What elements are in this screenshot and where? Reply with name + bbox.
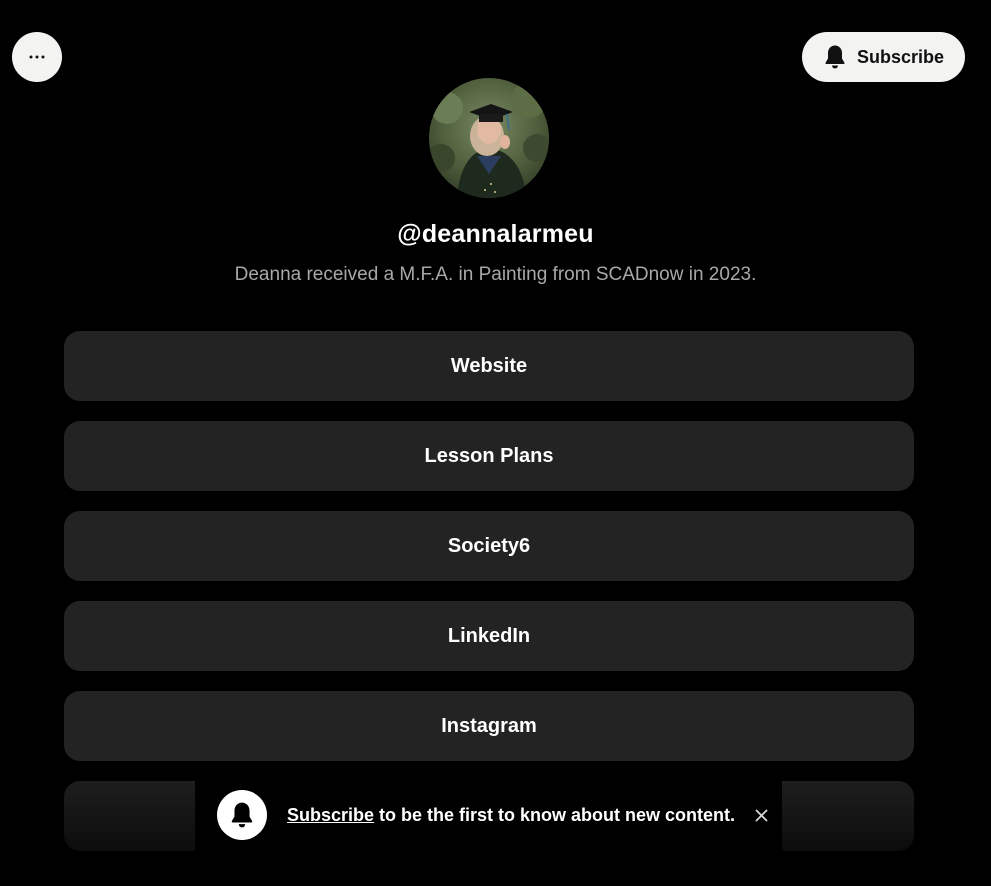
toast-message-text: to be the first to know about new conten… xyxy=(374,804,736,825)
profile-avatar xyxy=(429,78,549,198)
linktree-page: Subscribe @deannalarmeu Deanna received … xyxy=(0,0,991,886)
ellipsis-icon xyxy=(29,55,45,59)
profile-title: @deannalarmeu xyxy=(397,220,594,248)
bell-icon xyxy=(231,802,253,828)
link-button-instagram[interactable]: Instagram xyxy=(64,691,914,761)
toast-bell-badge xyxy=(217,790,267,840)
avatar-image xyxy=(429,78,549,198)
profile-bio: Deanna received a M.F.A. in Painting fro… xyxy=(234,264,757,285)
link-button-website[interactable]: Website xyxy=(64,331,914,401)
subscribe-button[interactable]: Subscribe xyxy=(802,32,965,82)
subscribe-toast: Subscribe to be the first to know about … xyxy=(195,775,782,855)
subscribe-button-label: Subscribe xyxy=(856,46,945,67)
toast-message: Subscribe to be the first to know about … xyxy=(287,805,735,826)
bell-icon xyxy=(825,45,845,69)
more-options-button[interactable] xyxy=(12,32,62,82)
link-button-linkedin[interactable]: LinkedIn xyxy=(64,601,914,671)
link-button-lesson-plans[interactable]: Lesson Plans xyxy=(64,421,914,491)
close-icon xyxy=(755,809,767,821)
toast-subscribe-link[interactable]: Subscribe xyxy=(287,805,374,825)
link-button-society6[interactable]: Society6 xyxy=(64,511,914,581)
toast-close-button[interactable] xyxy=(753,807,769,823)
